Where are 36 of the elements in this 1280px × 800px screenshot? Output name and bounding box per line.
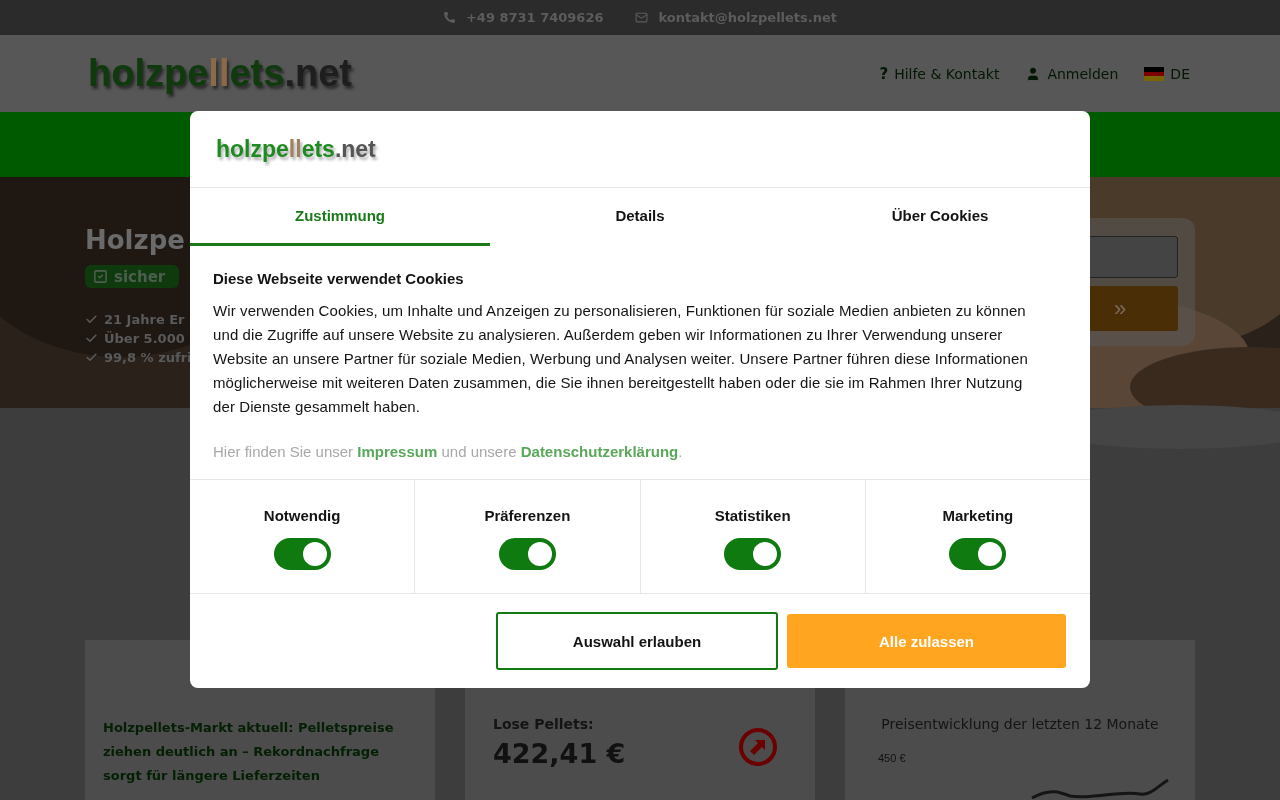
toggle-switch[interactable]	[498, 538, 556, 570]
news-title[interactable]: Holzpellets-Markt aktuell: Pelletspreise ziehen deutlich an – Rekordnachfrage sorgt für längere Lieferzeiten	[103, 716, 417, 788]
chart-title: Preisentwicklung der letzten 12 Monate	[880, 716, 1160, 732]
check-icon	[85, 351, 98, 364]
mail-icon	[635, 11, 649, 24]
flag-icon	[1144, 66, 1165, 81]
check-icon	[85, 313, 98, 326]
language-link[interactable]: DE	[1144, 65, 1190, 82]
toggle-switch[interactable]	[724, 538, 782, 570]
logo[interactable]: holzpellets.net	[216, 135, 376, 163]
toggle-switch[interactable]	[273, 538, 331, 570]
check-icon	[85, 332, 98, 345]
help-link[interactable]: ? Hilfe & Kontakt	[879, 64, 1000, 83]
imprint-link[interactable]: Impressum	[357, 443, 438, 460]
toggle-switch[interactable]	[949, 538, 1007, 570]
cookie-text: Wir verwenden Cookies, um Inhalte und Anzeigen zu personalisieren, Funktionen für soziale Medien anbieten zu können und die Zugriffe auf unsere Website zu analysieren. Außerdem geben wir Informationen zu Ihrer Verwendung unserer Website an unsere Partner für soziale Medien, Werbung und Analysen weiter. Unsere Partner führen diese Informationen möglicherweise mit weiteren Daten zusammen, die Sie ihnen bereitgestellt haben oder die sie im Rahmen Ihrer Nutzung der Dienste gesammelt haben.	[213, 301, 1028, 417]
feature-text: 99,8 % zufri	[104, 350, 192, 365]
legal-text: Hier finden Sie unser Impressum und unsere Datenschutzerklärung.	[213, 443, 684, 460]
badge: sicher	[85, 265, 180, 288]
dialog-heading: Diese Webseite verwendet Cookies	[213, 270, 465, 287]
trend-up-icon	[738, 727, 778, 767]
login-link[interactable]: Anmelden	[1025, 65, 1119, 82]
category-label: Präferenzen	[484, 507, 571, 524]
allow-selection-button[interactable]: Auswahl erlauben	[496, 612, 778, 670]
category-label: Notwendig	[263, 507, 341, 524]
category-label: Statistiken	[714, 507, 791, 524]
phone-icon	[442, 11, 456, 24]
feature-text: Über 5.000	[104, 331, 185, 346]
category-label: Marketing	[942, 507, 1014, 524]
feature-text: 21 Jahre Er	[104, 312, 185, 327]
axis-label: 450 €	[877, 752, 907, 764]
price-label: Lose Pellets:	[492, 716, 595, 732]
price-value: 422,41 €	[493, 738, 626, 769]
accept-all-button[interactable]: Alle zulassen	[787, 614, 1066, 668]
hero-title: Holzpe	[85, 225, 185, 255]
privacy-link[interactable]: Datenschutzerklärung	[520, 443, 679, 460]
